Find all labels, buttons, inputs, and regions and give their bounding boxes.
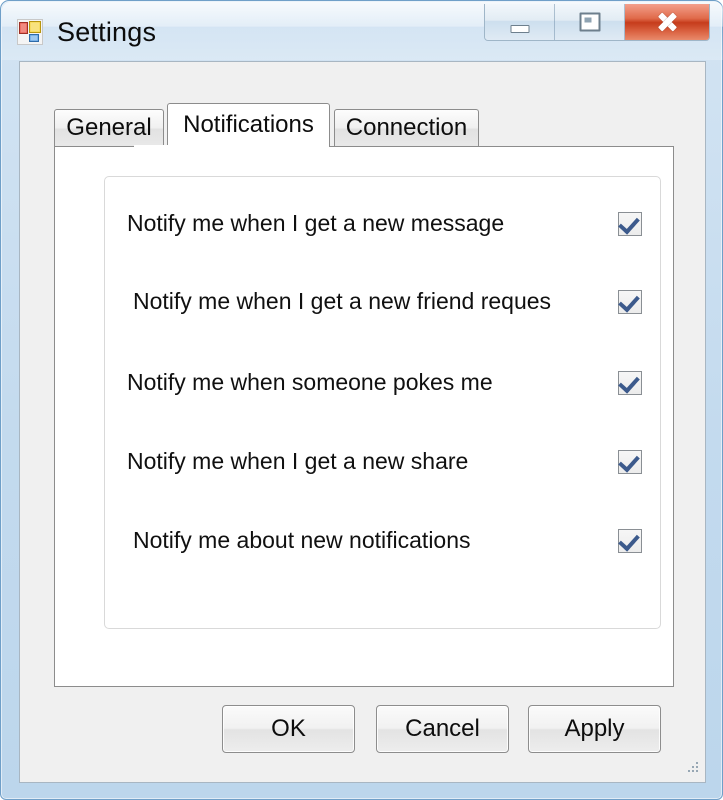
tab-connection[interactable]: Connection	[334, 109, 479, 147]
maximize-icon	[579, 12, 600, 32]
option-label: Notify me when I get a new message	[127, 210, 505, 236]
option-row: Notify me about new notifications	[105, 525, 662, 555]
option-label: Notify me when someone pokes me	[127, 369, 493, 395]
check-icon	[618, 371, 640, 394]
apply-button[interactable]: Apply	[528, 705, 661, 753]
cancel-button[interactable]: Cancel	[376, 705, 509, 753]
checkbox-new-share[interactable]	[618, 450, 642, 474]
dialog-client-area: General Notifications Connection Notify …	[19, 61, 706, 783]
close-icon	[655, 10, 679, 34]
window-controls	[484, 4, 710, 41]
option-label: Notify me about new notifications	[133, 527, 471, 553]
checkbox-new-notifications[interactable]	[618, 529, 642, 553]
option-row: Notify me when I get a new message	[105, 208, 662, 238]
close-button[interactable]	[625, 4, 709, 40]
title-bar[interactable]: Settings	[1, 1, 723, 61]
tab-strip: General Notifications Connection	[54, 103, 674, 147]
check-icon	[618, 529, 640, 552]
windows-forms-app-icon	[17, 19, 43, 45]
option-row: Notify me when I get a new share	[105, 446, 662, 476]
option-label: Notify me when I get a new friend reques	[133, 288, 552, 314]
maximize-button[interactable]	[555, 4, 625, 40]
checkbox-new-message[interactable]	[618, 212, 642, 236]
tab-notifications[interactable]: Notifications	[167, 103, 330, 147]
tab-page-notifications: Notify me when I get a new message Notif…	[54, 146, 674, 687]
ok-button[interactable]: OK	[222, 705, 355, 753]
check-icon	[618, 212, 640, 235]
option-row: Notify me when I get a new friend reques	[105, 286, 662, 316]
tab-general[interactable]: General	[54, 109, 164, 147]
checkbox-new-friend-request[interactable]	[618, 290, 642, 314]
window-title: Settings	[57, 17, 157, 47]
active-tab-notch	[134, 145, 295, 148]
option-row: Notify me when someone pokes me	[105, 367, 662, 397]
check-icon	[618, 450, 640, 473]
checkbox-poke[interactable]	[618, 371, 642, 395]
settings-window: Settings General Notifications Connectio…	[0, 0, 723, 800]
resize-grip-icon[interactable]	[684, 761, 700, 777]
check-icon	[618, 290, 640, 313]
minimize-icon	[510, 25, 529, 33]
notification-options-panel: Notify me when I get a new message Notif…	[104, 176, 661, 629]
option-label: Notify me when I get a new share	[127, 448, 469, 474]
minimize-button[interactable]	[485, 4, 555, 40]
